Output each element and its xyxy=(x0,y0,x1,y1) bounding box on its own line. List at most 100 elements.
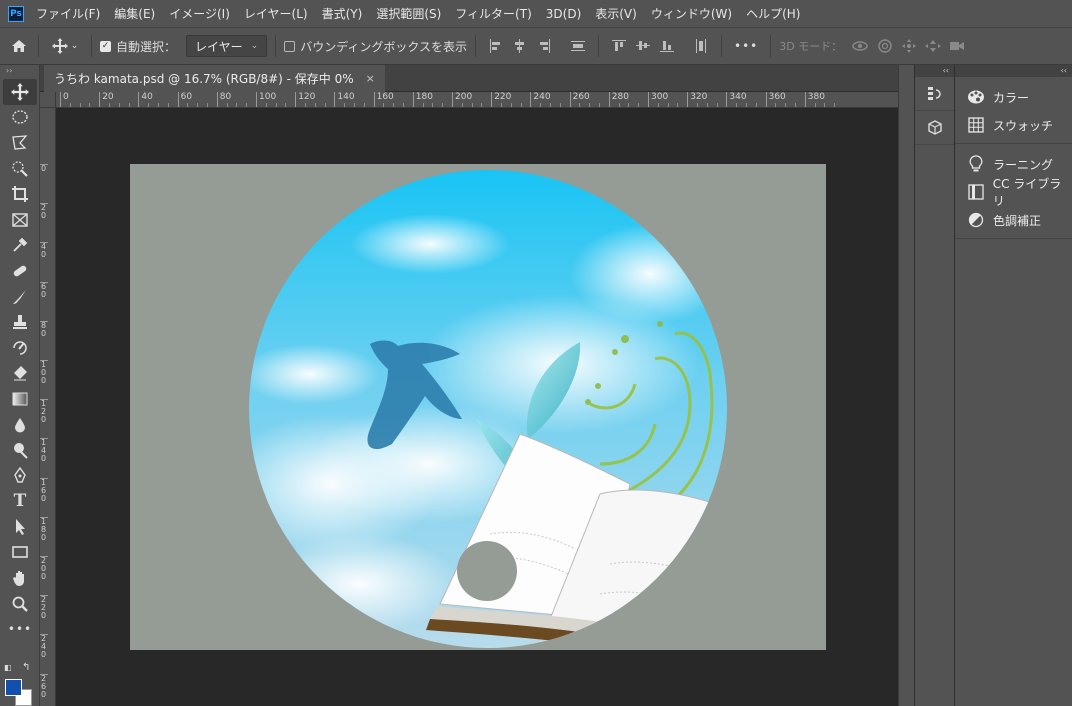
rectangle-tool[interactable] xyxy=(3,540,37,566)
path-selection-tool[interactable] xyxy=(3,514,37,540)
3d-camera-icon[interactable] xyxy=(948,38,966,54)
healing-brush-tool[interactable] xyxy=(3,258,37,284)
quick-selection-tool[interactable] xyxy=(3,156,37,182)
panel-swatches[interactable]: スウォッチ xyxy=(955,111,1072,139)
ruler-tick-label: 8 0 xyxy=(40,320,48,338)
menu-help[interactable]: ヘルプ(H) xyxy=(746,5,800,22)
ruler-minor-tick xyxy=(510,103,512,107)
blur-tool[interactable] xyxy=(3,412,37,438)
horizontal-ruler[interactable]: 0 20 40 60 80 100 120 140 160 180 200 220 240 260 280 3… xyxy=(56,92,898,108)
crop-tool[interactable] xyxy=(3,181,37,207)
more-options-button[interactable]: ••• xyxy=(734,39,758,53)
close-tab-button[interactable]: × xyxy=(366,72,375,85)
ruler-tick-label: 80 xyxy=(216,92,231,107)
home-button[interactable] xyxy=(0,38,38,54)
eraser-tool[interactable] xyxy=(3,361,37,387)
3d-panel-button[interactable] xyxy=(915,111,955,145)
align-center-h-icon[interactable] xyxy=(512,38,528,54)
vertical-scrollbar[interactable] xyxy=(898,65,914,706)
ruler-minor-tick xyxy=(716,103,718,107)
menu-filter[interactable]: フィルター(T) xyxy=(455,5,531,22)
ellipse-marquee-icon xyxy=(12,110,28,125)
3d-orbit-icon[interactable] xyxy=(850,38,870,54)
document-tab[interactable]: うちわ kamata.psd @ 16.7% (RGB/8#) - 保存中 0%… xyxy=(44,65,385,92)
default-colors-icon[interactable]: ◧ xyxy=(4,663,12,672)
menu-edit[interactable]: 編集(E) xyxy=(114,5,155,22)
hand-tool[interactable] xyxy=(3,565,37,591)
ruler-minor-tick xyxy=(501,103,502,107)
align-left-icon[interactable] xyxy=(488,38,504,54)
ruler-minor-tick xyxy=(128,103,130,107)
canvas-workspace[interactable] xyxy=(56,108,898,706)
menu-file[interactable]: ファイル(F) xyxy=(36,5,100,22)
align-top-icon[interactable] xyxy=(611,38,627,54)
ruler-minor-tick xyxy=(589,103,591,107)
elliptical-marquee-tool[interactable] xyxy=(3,105,37,131)
menu-3d[interactable]: 3D(D) xyxy=(546,7,581,21)
eyedropper-tool[interactable] xyxy=(3,233,37,259)
brush-tool[interactable] xyxy=(3,284,37,310)
menu-select[interactable]: 選択範囲(S) xyxy=(376,5,441,22)
menu-window[interactable]: ウィンドウ(W) xyxy=(651,5,732,22)
menu-view[interactable]: 表示(V) xyxy=(595,5,637,22)
align-middle-v-icon[interactable] xyxy=(635,38,651,54)
ruler-minor-tick xyxy=(795,103,796,107)
adjustments-icon xyxy=(967,211,985,229)
polygonal-lasso-tool[interactable] xyxy=(3,130,37,156)
align-bottom-icon[interactable] xyxy=(659,38,675,54)
3d-pan-icon[interactable] xyxy=(900,38,918,54)
move-tool[interactable] xyxy=(3,79,37,105)
menu-layer[interactable]: レイヤー(L) xyxy=(244,5,308,22)
edit-toolbar-button[interactable]: ••• xyxy=(3,616,37,642)
more-icon: ••• xyxy=(7,622,33,637)
ruler-origin[interactable] xyxy=(40,92,56,108)
collapse-toolbar-icon[interactable]: ›› xyxy=(0,65,39,79)
tools-panel: ›› T ••• ◧ ↰ xyxy=(0,65,40,706)
panel-adjustments[interactable]: 色調補正 xyxy=(955,206,1072,234)
ruler-minor-tick xyxy=(265,103,267,107)
document-canvas[interactable] xyxy=(130,164,826,650)
history-panel-button[interactable] xyxy=(915,77,955,111)
3d-mode-label: 3D モード： xyxy=(779,40,843,53)
collapse-panels-icon[interactable]: ‹‹ xyxy=(955,65,1072,77)
separator xyxy=(475,35,477,57)
ruler-minor-tick xyxy=(677,103,679,107)
clone-stamp-tool[interactable] xyxy=(3,309,37,335)
move-tool-preset-button[interactable]: ⌄ xyxy=(47,38,83,54)
ruler-minor-tick xyxy=(79,103,81,107)
frame-tool[interactable] xyxy=(3,207,37,233)
ruler-minor-tick xyxy=(403,103,404,107)
ruler-tick-label: 2 2 0 xyxy=(40,595,48,621)
menu-image[interactable]: イメージ(I) xyxy=(169,5,230,22)
menu-type[interactable]: 書式(Y) xyxy=(322,5,363,22)
3d-slide-icon[interactable] xyxy=(924,38,942,54)
auto-select-target-dropdown[interactable]: レイヤー ⌄ xyxy=(186,35,268,57)
panel-cc-libraries[interactable]: CC ライブラリ xyxy=(955,177,1072,208)
gradient-tool[interactable] xyxy=(3,386,37,412)
type-tool[interactable]: T xyxy=(3,489,37,515)
auto-select-checkbox[interactable]: ✓ 自動選択： xyxy=(100,38,176,55)
swap-colors-icon[interactable]: ↰ xyxy=(22,662,30,673)
ruler-minor-tick xyxy=(657,103,659,107)
ruler-minor-tick xyxy=(275,103,277,107)
separator xyxy=(770,35,772,57)
bounding-box-label: バウンディングボックスを表示 xyxy=(300,39,468,54)
document-title: うちわ kamata.psd @ 16.7% (RGB/8#) - 保存中 0% xyxy=(54,72,354,86)
distribute-h-icon[interactable] xyxy=(570,38,586,54)
ruler-tick-label: 6 0 xyxy=(40,281,48,299)
ruler-tick-label: 0 xyxy=(40,164,48,173)
history-brush-tool[interactable] xyxy=(3,335,37,361)
collapse-dock-icon[interactable]: ‹‹ xyxy=(915,65,954,77)
ruler-minor-tick xyxy=(697,103,698,107)
foreground-color-swatch[interactable] xyxy=(5,679,22,696)
panel-learn[interactable]: ラーニング xyxy=(955,150,1072,178)
align-right-icon[interactable] xyxy=(536,38,552,54)
panel-color[interactable]: カラー xyxy=(955,83,1072,111)
dodge-tool[interactable] xyxy=(3,437,37,463)
3d-roll-icon[interactable] xyxy=(876,38,894,54)
vertical-ruler[interactable]: 0 2 0 4 0 6 0 8 0 1 0 0 1 2 0 1 4 0 1 6 0 1 8 0 2 … xyxy=(40,108,56,706)
zoom-tool[interactable] xyxy=(3,591,37,617)
show-bounding-box-checkbox[interactable]: バウンディングボックスを表示 xyxy=(284,38,467,55)
pen-tool[interactable] xyxy=(3,463,37,489)
distribute-v-icon[interactable] xyxy=(693,38,709,54)
